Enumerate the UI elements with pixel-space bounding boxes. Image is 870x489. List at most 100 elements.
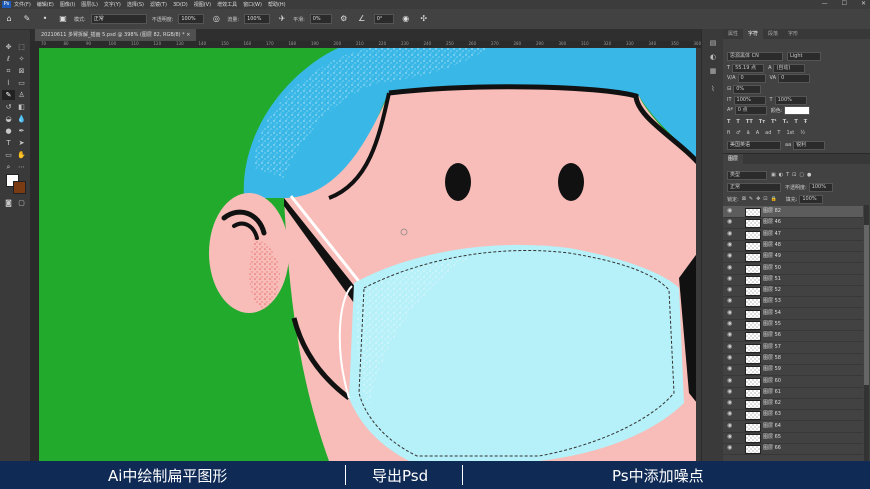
menu-file[interactable]: 文件(F) (14, 1, 31, 8)
hand-tool-icon[interactable]: ✋ (15, 150, 28, 160)
history-brush-icon[interactable]: ↺ (2, 102, 15, 112)
visibility-eye-icon[interactable]: ◉ (727, 422, 732, 429)
layer-row[interactable]: ◉ 图层 47 (723, 229, 863, 241)
gear-icon[interactable]: ⚙ (339, 14, 349, 24)
layer-row[interactable]: ◉ 图层 61 (723, 387, 863, 399)
visibility-eye-icon[interactable]: ◉ (727, 218, 732, 225)
tab-layers[interactable]: 图层 (723, 154, 744, 164)
layer-row[interactable]: ◉ 图层 66 (723, 443, 863, 456)
tab-properties[interactable]: 属性 (723, 29, 743, 39)
tab-glyphs[interactable]: 字形 (783, 29, 803, 39)
visibility-eye-icon[interactable]: ◉ (727, 433, 732, 440)
clone-stamp-icon[interactable]: ♙ (15, 90, 28, 100)
tsume-field[interactable]: 0% (733, 84, 762, 94)
layer-row[interactable]: ◉ 图层 54 (723, 308, 863, 320)
visibility-eye-icon[interactable]: ◉ (727, 388, 732, 395)
angle-field[interactable]: 0° (373, 14, 394, 24)
leading-field[interactable]: (自动) (773, 63, 806, 73)
stylistic-icon[interactable]: ā (747, 130, 750, 136)
visibility-eye-icon[interactable]: ◉ (727, 286, 732, 293)
menu-edit[interactable]: 编辑(E) (37, 1, 54, 8)
document-tab[interactable]: 20210611 多臂拆解_插画 5.psd @ 398% (图层 82, RG… (35, 29, 197, 41)
titling-icon[interactable]: T (777, 130, 780, 136)
minimize-icon[interactable]: — (822, 0, 828, 7)
visibility-eye-icon[interactable]: ◉ (727, 410, 732, 417)
visibility-eye-icon[interactable]: ◉ (727, 320, 732, 327)
document-canvas[interactable] (39, 48, 701, 461)
layer-row[interactable]: ◉ 图层 53 (723, 296, 863, 309)
text-color-swatch[interactable] (784, 105, 811, 115)
more-tools-icon[interactable]: ⋯ (15, 162, 28, 172)
blur-tool-icon[interactable]: 💧 (15, 114, 28, 124)
layer-row[interactable]: ◉ 图层 48 (723, 240, 863, 252)
close-icon[interactable]: ✕ (861, 0, 866, 7)
visibility-eye-icon[interactable]: ◉ (727, 264, 732, 271)
menu-window[interactable]: 窗口(W) (243, 1, 262, 8)
visibility-eye-icon[interactable]: ◉ (727, 399, 732, 406)
font-family-select[interactable]: 思源黑体 CN (727, 51, 783, 61)
crop-tool-icon[interactable]: ⌗ (2, 66, 15, 76)
visibility-eye-icon[interactable]: ◉ (727, 241, 732, 248)
swatches-panel-icon[interactable]: ▦ (708, 67, 718, 75)
language-select[interactable]: 美国英语 (727, 140, 781, 150)
layer-row[interactable]: ◉ 图层 46 (723, 217, 863, 230)
ordinal-icon[interactable]: 1st (786, 130, 794, 136)
visibility-eye-icon[interactable]: ◉ (727, 377, 732, 384)
layer-row[interactable]: ◉ 图层 60 (723, 376, 863, 388)
layer-opacity-field[interactable]: 100% (808, 182, 833, 192)
font-size-field[interactable]: 55.19 点 (732, 63, 765, 73)
visibility-eye-icon[interactable]: ◉ (727, 444, 732, 451)
subscript-icon[interactable]: T₁ (783, 119, 789, 125)
faux-italic-icon[interactable]: T (736, 119, 739, 125)
magic-wand-icon[interactable]: ✧ (15, 54, 28, 64)
pressure-opacity-icon[interactable]: ◎ (211, 14, 221, 24)
fraction-icon[interactable]: ½ (800, 130, 805, 136)
superscript-icon[interactable]: T¹ (771, 119, 777, 125)
visibility-eye-icon[interactable]: ◉ (727, 309, 732, 316)
visibility-eye-icon[interactable]: ◉ (727, 331, 732, 338)
brush-size-icon[interactable]: • (40, 14, 50, 24)
vertical-scale-field[interactable]: 100% (733, 95, 766, 105)
eyedropper-icon[interactable]: ⌇ (2, 78, 15, 88)
horizontal-scale-field[interactable]: 100% (774, 95, 807, 105)
layer-row[interactable]: ◉ 图层 82 (723, 206, 863, 218)
screen-mode-icon[interactable]: ▢ (15, 198, 28, 208)
zoom-tool-icon[interactable]: ⌕ (2, 162, 15, 172)
fill-field[interactable]: 100% (799, 194, 824, 204)
layer-row[interactable]: ◉ 图层 62 (723, 398, 863, 411)
layer-row[interactable]: ◉ 图层 59 (723, 364, 863, 377)
close-tab-icon[interactable]: × (186, 32, 190, 38)
menu-filter[interactable]: 滤镜(T) (150, 1, 167, 8)
small-caps-icon[interactable]: Tт (759, 119, 765, 125)
layer-filter-icons[interactable]: ▣◐T⊡▢● (771, 172, 814, 178)
airbrush-icon[interactable]: ✈ (277, 14, 287, 24)
blend-mode-select[interactable]: 正常 (727, 182, 781, 192)
layer-row[interactable]: ◉ 图层 56 (723, 330, 863, 343)
menu-help[interactable]: 帮助(H) (268, 1, 286, 8)
frame-tool-icon[interactable]: ⊠ (15, 66, 28, 76)
visibility-eye-icon[interactable]: ◉ (727, 354, 732, 361)
rectangle-tool-icon[interactable]: ▭ (2, 150, 15, 160)
brush-settings-icon[interactable]: ▣ (58, 14, 68, 24)
strikethrough-icon[interactable]: Ŧ (804, 119, 807, 125)
visibility-eye-icon[interactable]: ◉ (727, 365, 732, 372)
visibility-eye-icon[interactable]: ◉ (727, 275, 732, 282)
smoothing-field[interactable]: 0% (309, 14, 332, 24)
kerning-field[interactable]: 0 (737, 73, 766, 83)
ligature-icon[interactable]: fi (727, 130, 730, 136)
opacity-field[interactable]: 100% (178, 14, 205, 24)
marquee-tool-icon[interactable]: ⬚ (15, 42, 28, 52)
all-caps-icon[interactable]: TT (746, 119, 753, 125)
photoshop-logo-icon[interactable]: Ps (2, 1, 11, 8)
history-panel-icon[interactable]: ▤ (708, 39, 718, 47)
layer-row[interactable]: ◉ 图层 51 (723, 274, 863, 286)
lasso-tool-icon[interactable]: ℓ (2, 54, 15, 64)
lock-icons[interactable]: ⊠✎✥⊡🔒 (742, 196, 780, 202)
layer-row[interactable]: ◉ 图层 65 (723, 432, 863, 444)
antialias-select[interactable]: 锐利 (793, 140, 826, 150)
menu-type[interactable]: 文字(Y) (104, 1, 121, 8)
visibility-eye-icon[interactable]: ◉ (727, 343, 732, 350)
layer-filter-select[interactable]: 类型 (727, 170, 767, 180)
ruler-tool-icon[interactable]: ▭ (15, 78, 28, 88)
layer-row[interactable]: ◉ 图层 52 (723, 285, 863, 298)
